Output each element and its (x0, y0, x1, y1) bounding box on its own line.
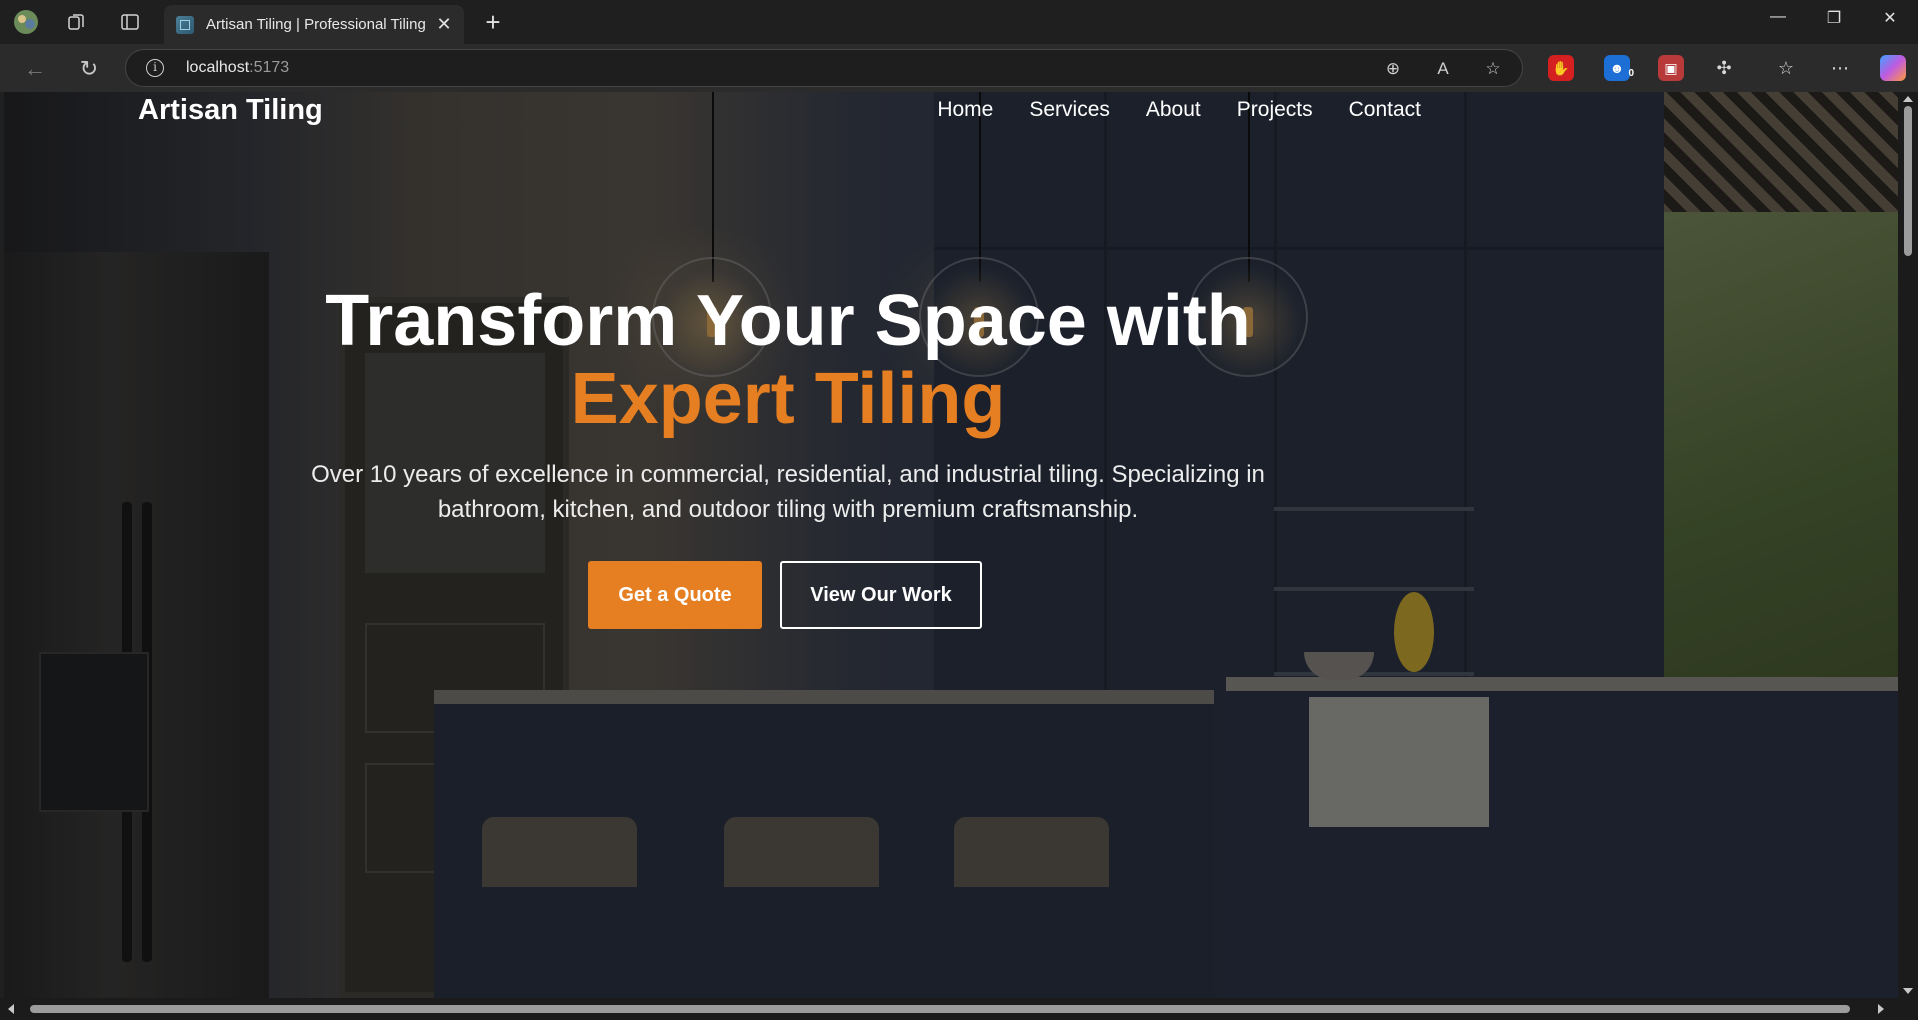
password-extension-icon[interactable]: ☻ 0 (1604, 55, 1634, 81)
hero-background-image (4, 92, 1898, 998)
site-nav: Home Services About Projects Contact (901, 95, 1421, 125)
browser-tab-active[interactable]: Artisan Tiling | Professional Tiling ✕ (164, 5, 464, 44)
horizontal-scroll-thumb[interactable] (30, 1005, 1850, 1013)
zoom-icon[interactable]: ⊕ (1382, 58, 1404, 80)
address-bar[interactable]: i localhost:5173 ⊕ A ☆ (125, 49, 1523, 87)
adblock-extension-icon[interactable]: ✋ (1548, 55, 1574, 81)
copilot-icon[interactable] (1880, 55, 1906, 81)
nav-link-projects[interactable]: Projects (1237, 95, 1313, 125)
browser-tab-bar: Artisan Tiling | Professional Tiling ✕ +… (0, 0, 1918, 44)
vertical-tabs-icon[interactable] (116, 8, 144, 36)
tab-close-icon[interactable]: ✕ (434, 14, 454, 35)
get-a-quote-button[interactable]: Get a Quote (588, 561, 762, 629)
nav-link-services[interactable]: Services (1029, 95, 1110, 125)
more-options-icon[interactable]: ⋯ (1826, 55, 1854, 81)
hero-subtitle: Over 10 years of excellence in commercia… (4, 457, 1572, 527)
favorites-icon[interactable]: ☆ (1772, 55, 1800, 81)
scroll-left-arrow-icon[interactable] (8, 1004, 14, 1014)
close-window-button[interactable]: ✕ (1870, 8, 1910, 28)
hero-dark-overlay (4, 92, 1898, 998)
browser-toolbar: ← ↻ i localhost:5173 ⊕ A ☆ ✋ ☻ 0 ▣ ✣ ☆ ⋯ (0, 44, 1918, 92)
tab-title: Artisan Tiling | Professional Tiling (206, 16, 426, 33)
favorite-star-icon[interactable]: ☆ (1482, 58, 1504, 80)
site-favicon-icon (176, 15, 194, 34)
hero-subtitle-line2: bathroom, kitchen, and outdoor tiling wi… (437, 496, 1139, 523)
refresh-icon[interactable]: ↻ (74, 54, 104, 84)
minimize-window-button[interactable]: — (1758, 8, 1798, 26)
url-host: localhost (186, 59, 250, 76)
screenshot-extension-icon[interactable]: ▣ (1658, 55, 1684, 81)
extension-badge: 0 (1628, 68, 1634, 79)
nav-link-contact[interactable]: Contact (1349, 95, 1421, 125)
restore-window-button[interactable]: ❐ (1814, 8, 1854, 28)
extensions-puzzle-icon[interactable]: ✣ (1710, 55, 1738, 81)
read-aloud-icon[interactable]: A (1432, 58, 1454, 80)
hero-subtitle-line1: Over 10 years of excellence in commercia… (311, 461, 1265, 488)
hero-title-accent: Expert Tiling (570, 359, 1006, 439)
url-port: :5173 (249, 59, 290, 76)
url-text[interactable]: localhost:5173 (186, 59, 289, 77)
new-tab-button[interactable]: + (478, 7, 508, 38)
back-arrow-icon[interactable]: ← (20, 54, 50, 84)
nav-link-home[interactable]: Home (937, 95, 993, 125)
workspaces-icon[interactable] (62, 8, 90, 36)
scroll-right-arrow-icon[interactable] (1878, 1004, 1884, 1014)
scroll-up-arrow-icon[interactable] (1903, 96, 1913, 102)
view-our-work-button[interactable]: View Our Work (780, 561, 982, 629)
horizontal-scrollbar[interactable] (0, 998, 1918, 1020)
site-logo[interactable]: Artisan Tiling (138, 92, 323, 128)
nav-link-about[interactable]: About (1146, 95, 1201, 125)
page-viewport: Artisan Tiling Home Services About Proje… (4, 92, 1898, 998)
vertical-scrollbar[interactable] (1898, 92, 1918, 998)
hero-title: Transform Your Space with Expert Tiling (4, 282, 1572, 438)
profile-avatar-icon[interactable] (12, 8, 40, 36)
hero-title-line1: Transform Your Space with (325, 281, 1251, 361)
scroll-down-arrow-icon[interactable] (1903, 988, 1913, 994)
vertical-scroll-thumb[interactable] (1904, 106, 1912, 256)
site-info-icon[interactable]: i (146, 59, 164, 77)
